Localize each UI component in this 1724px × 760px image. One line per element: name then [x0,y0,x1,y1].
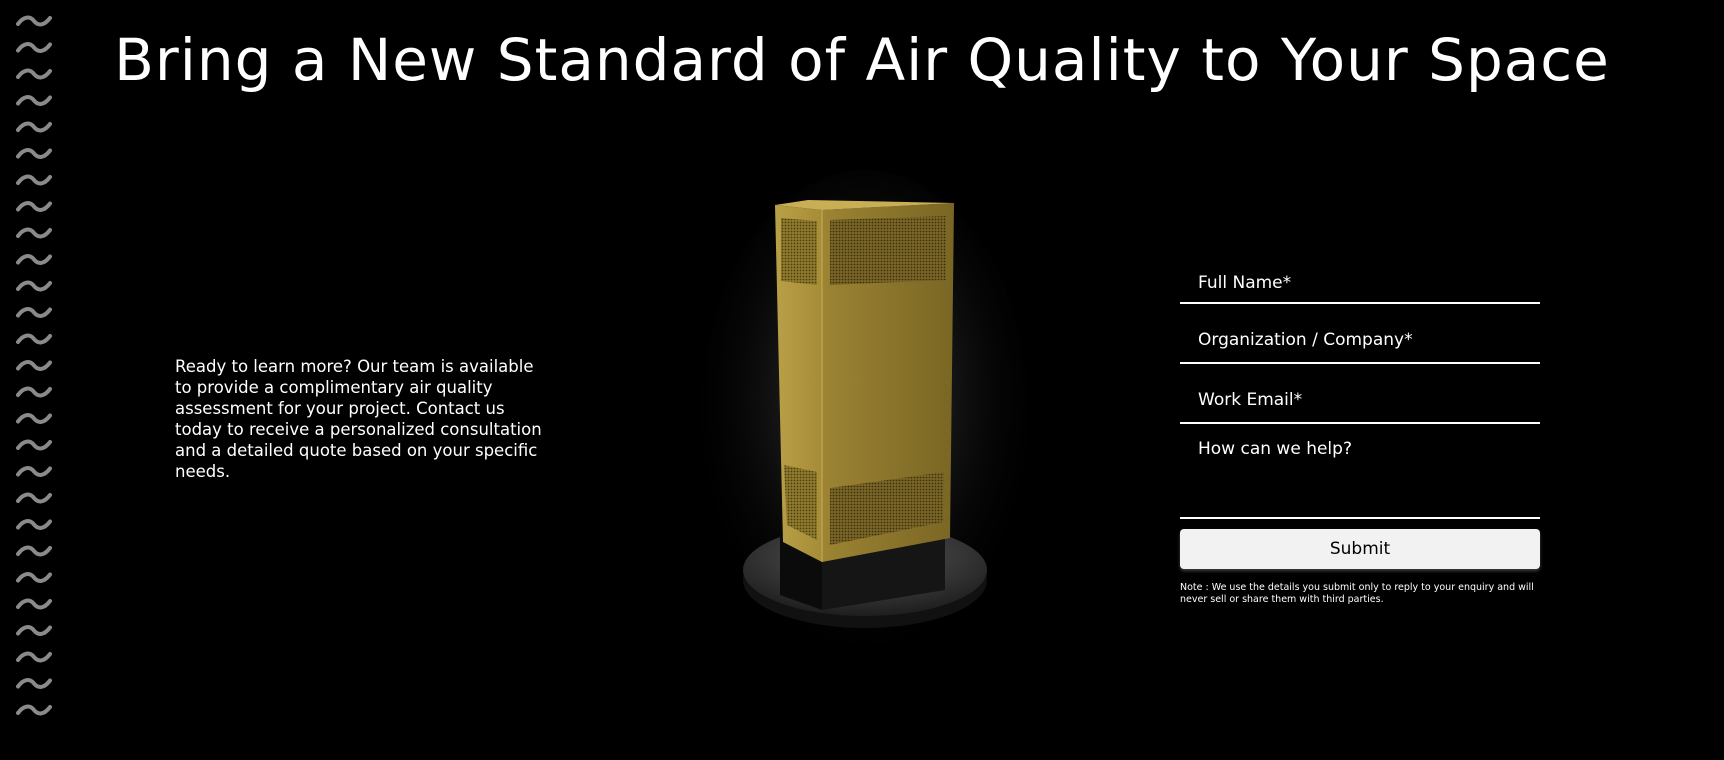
wave-pattern-icon [16,15,52,716]
wave-mark [16,227,52,239]
page: Bring a New Standard of Air Quality to Y… [0,0,1724,760]
wave-mark [16,572,52,583]
wave-mark [16,598,52,610]
submit-button[interactable]: Submit [1180,529,1540,569]
wave-mark [16,651,52,663]
air-purifier-image [700,170,1030,670]
wave-mark [16,413,52,424]
intro-paragraph: Ready to learn more? Our team is availab… [175,357,542,481]
work-email-input[interactable] [1180,364,1540,422]
work-email-field-wrapper [1180,364,1540,424]
wave-mark [16,174,52,186]
wave-mark [16,254,52,265]
contact-form: Submit Note : We use the details you sub… [1180,250,1540,606]
wave-mark [16,15,52,27]
wave-mark [16,519,52,530]
wave-mark [16,280,52,292]
wave-mark [16,704,52,716]
message-field-wrapper [1180,424,1540,519]
wave-mark [16,201,52,212]
wave-mark [16,95,52,106]
wave-mark [16,439,52,451]
wave-mark [16,466,52,477]
organization-field-wrapper [1180,304,1540,364]
page-title: Bring a New Standard of Air Quality to Y… [114,26,1610,94]
wave-mark [16,307,52,318]
message-textarea[interactable] [1180,424,1540,517]
wave-mark [16,148,52,159]
wave-mark [16,386,52,398]
wave-mark [16,625,52,636]
wave-mark [16,492,52,504]
full-name-field-wrapper [1180,250,1540,304]
wave-mark [16,545,52,557]
wave-mark [16,360,52,371]
wave-mark [16,678,52,689]
full-name-input[interactable] [1180,250,1540,302]
wave-mark [16,333,52,345]
privacy-note: Note : We use the details you submit onl… [1180,582,1534,605]
wave-mark [16,121,52,133]
organization-input[interactable] [1180,304,1540,362]
